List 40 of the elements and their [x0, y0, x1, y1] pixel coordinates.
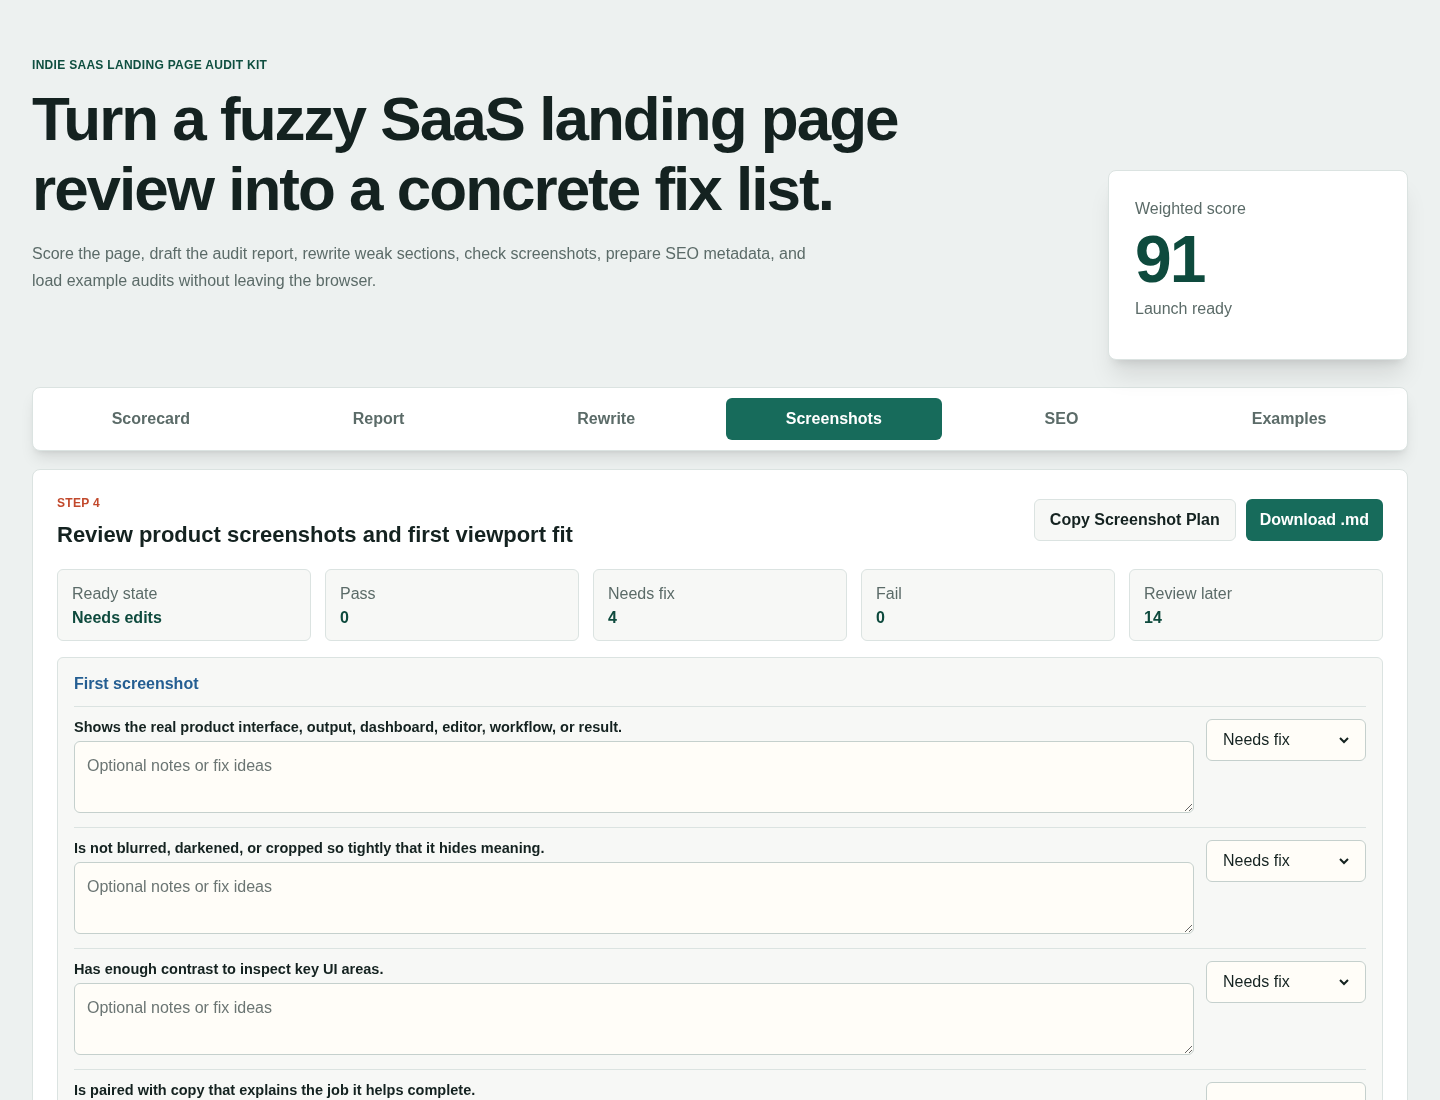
status-select[interactable]: Needs fix — [1206, 840, 1366, 882]
download-button[interactable]: Download .md — [1245, 499, 1383, 541]
intro-text: Score the page, draft the audit report, rewrite weak sections, check screenshots, prepare SEO metadata, and load example audits without leaving the browser. — [32, 244, 807, 291]
notes-field[interactable]: Optional notes or fix ideas — [74, 983, 1194, 1055]
check-label: Has enough contrast to inspect key UI areas. — [74, 960, 385, 978]
tab[interactable]: Rewrite — [498, 398, 714, 440]
stat-value: 0 — [340, 608, 350, 628]
tab[interactable]: Screenshots — [726, 398, 942, 440]
check-label: Shows the real product interface, output, dashboard, editor, workflow, or result. — [74, 718, 624, 736]
score-value: 91 — [1135, 221, 1206, 297]
stat-label: Needs fix — [608, 584, 676, 604]
tab[interactable]: Scorecard — [43, 398, 259, 440]
chevron-icon — [1339, 736, 1349, 744]
check-label: Is paired with copy that explains the job it helps complete. — [74, 1081, 477, 1099]
stat-value: 4 — [608, 608, 618, 628]
score-status: Launch ready — [1135, 299, 1233, 319]
tab[interactable]: Examples — [1181, 398, 1397, 440]
status-select[interactable]: Needs fix — [1206, 719, 1366, 761]
notes-field[interactable]: Optional notes or fix ideas — [74, 862, 1194, 934]
status-select[interactable]: Needs fix — [1206, 961, 1366, 1003]
stat-value: 0 — [876, 608, 886, 628]
notes-field[interactable]: Optional notes or fix ideas — [74, 741, 1194, 813]
chevron-icon — [1339, 857, 1349, 865]
score-label: Weighted score — [1135, 199, 1247, 219]
eyebrow: INDIE SAAS LANDING PAGE AUDIT KIT — [32, 57, 269, 74]
check-label: Is not blurred, darkened, or cropped so tightly that it hides meaning. — [74, 839, 546, 857]
chevron-icon — [1339, 978, 1349, 986]
stat-value: 14 — [1144, 608, 1163, 628]
stat-label: Ready state — [72, 584, 159, 604]
stat-label: Review later — [1144, 584, 1234, 604]
page-title: Turn a fuzzy SaaS landing page review into a concrete fix list. — [32, 84, 899, 224]
stat-label: Fail — [876, 584, 903, 604]
tab[interactable]: Report — [270, 398, 487, 440]
step-label: STEP 4 — [57, 495, 101, 512]
stat-label: Pass — [340, 584, 377, 604]
section-title: First screenshot — [74, 672, 1366, 707]
copy-button[interactable]: Copy Screenshot Plan — [1033, 499, 1236, 541]
tab[interactable]: SEO — [953, 398, 1170, 440]
stat-value: Needs edits — [72, 608, 163, 628]
panel-heading: Review product screenshots and first viewport fit — [57, 521, 573, 549]
